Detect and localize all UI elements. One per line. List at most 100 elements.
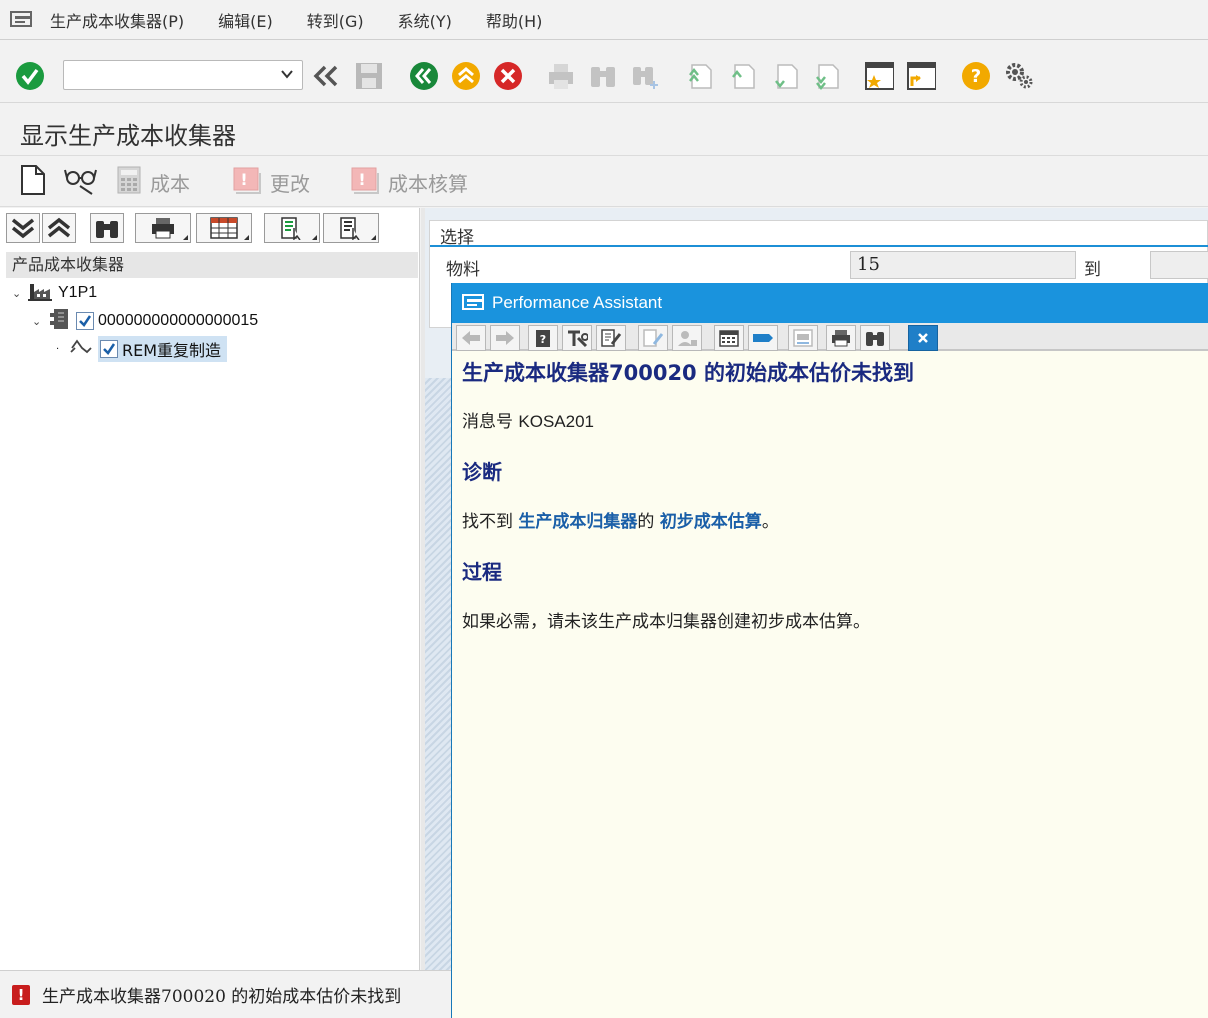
next-page-icon[interactable]	[770, 61, 800, 91]
chevron-down-icon[interactable]: ⌄	[12, 287, 24, 300]
last-page-icon[interactable]	[811, 61, 841, 91]
to-label: 到	[1084, 260, 1101, 280]
factory-icon	[28, 280, 52, 306]
material-field[interactable]: 15	[850, 251, 1076, 279]
double-chevron-left-icon[interactable]	[311, 61, 341, 91]
new-document-button[interactable]	[18, 165, 48, 199]
selection-divider	[430, 245, 1208, 247]
find-next-icon[interactable]	[630, 61, 660, 91]
pa-procedure-title: 过程	[462, 560, 502, 584]
pa-find-icon[interactable]	[860, 325, 890, 351]
error-icon: !	[12, 984, 30, 1005]
settings-gear-icon[interactable]	[1003, 61, 1033, 91]
alert-document-icon: !	[350, 165, 380, 199]
costing-button-label: 成本核算	[388, 171, 468, 196]
pa-diagnosis-prefix: 找不到	[462, 512, 519, 532]
status-bar[interactable]: ! 生产成本收集器700020 的初始成本估价未找到	[0, 970, 451, 1018]
pa-print-icon[interactable]	[826, 325, 856, 351]
application-toolbar: 成本 ! 更改 ! 成本核算	[0, 157, 1208, 207]
pa-back-icon[interactable]	[456, 325, 486, 351]
collapse-all-button[interactable]	[42, 213, 76, 243]
chevron-down-icon[interactable]	[280, 67, 294, 85]
svg-text:?: ?	[540, 333, 546, 346]
back-icon[interactable]	[409, 61, 439, 91]
create-session-icon[interactable]	[864, 61, 894, 91]
performance-assistant-window: Performance Assistant ? 生产成本收集器700020 的初…	[451, 283, 1208, 1018]
exit-icon[interactable]	[451, 61, 481, 91]
pa-dictionary-icon[interactable]	[638, 325, 668, 351]
pa-window-icon	[462, 294, 486, 312]
pa-toolbar: ?	[452, 323, 1208, 351]
command-input[interactable]	[64, 61, 274, 89]
hatched-background	[425, 378, 453, 970]
save-icon[interactable]	[354, 61, 384, 91]
tree-find-button[interactable]	[90, 213, 124, 243]
status-message[interactable]: 生产成本收集器700020 的初始成本估价未找到	[42, 982, 401, 1007]
pa-info-book-icon[interactable]: ?	[528, 325, 558, 351]
enter-check-icon[interactable]	[15, 61, 45, 91]
pa-procedure-text: 如果必需，请未该生产成本归集器创建初步成本估算。	[462, 612, 870, 632]
print-icon[interactable]	[546, 61, 576, 91]
generate-shortcut-icon[interactable]	[906, 61, 936, 91]
tree-node-collector[interactable]: · REM重复制造	[56, 336, 228, 362]
calculator-icon	[116, 165, 142, 199]
previous-page-icon[interactable]	[727, 61, 757, 91]
binoculars-icon	[96, 221, 118, 238]
pa-message-number: 消息号 KOSA201	[462, 407, 1202, 432]
pa-technical-info-icon[interactable]	[562, 325, 592, 351]
expand-all-button[interactable]	[6, 213, 40, 243]
document-icon	[18, 164, 48, 200]
menu-system[interactable]: 系统(Y)	[398, 8, 452, 32]
collector-checkbox[interactable]	[100, 340, 118, 358]
tree-node-collector-label: REM重复制造	[122, 341, 222, 360]
menu-help[interactable]: 帮助(H)	[486, 8, 543, 32]
display-glasses-button[interactable]	[64, 165, 98, 199]
cost-button[interactable]: 成本	[116, 165, 190, 199]
menu-edit[interactable]: 编辑(E)	[218, 8, 273, 32]
find-icon[interactable]	[588, 61, 618, 91]
tree-dot: ·	[56, 343, 60, 355]
pa-user-icon[interactable]	[672, 325, 702, 351]
pa-close-icon[interactable]	[908, 325, 938, 351]
pa-calendar-icon[interactable]	[714, 325, 744, 351]
material-checkbox[interactable]	[76, 312, 94, 330]
command-field[interactable]	[63, 60, 303, 90]
menu-app-icon[interactable]	[8, 10, 36, 30]
tree-save-layout-button[interactable]	[323, 213, 379, 243]
menu-cost-collector[interactable]: 生产成本收集器(P)	[50, 8, 184, 32]
change-button-label: 更改	[270, 171, 310, 196]
cancel-icon[interactable]	[493, 61, 523, 91]
pa-link-cost-collector[interactable]: 生产成本归集器	[518, 512, 637, 532]
material-box-icon	[48, 307, 70, 335]
tree-print-button[interactable]	[135, 213, 191, 243]
pa-title: Performance Assistant	[492, 293, 663, 312]
title-bar: 显示生产成本收集器	[0, 104, 1208, 156]
pa-message-number-label: 消息号	[462, 412, 513, 432]
pa-tag-icon[interactable]	[748, 325, 778, 351]
material-to-field[interactable]	[1150, 251, 1208, 279]
material-label: 物料	[446, 260, 480, 280]
first-page-icon[interactable]	[684, 61, 714, 91]
tree-select-layout-button[interactable]	[264, 213, 320, 243]
pa-content: 生产成本收集器700020 的初始成本估价未找到 消息号 KOSA201 诊断 …	[462, 357, 1202, 656]
chevron-down-icon[interactable]: ⌄	[32, 315, 44, 328]
menu-goto[interactable]: 转到(G)	[307, 8, 364, 32]
svg-text:?: ?	[971, 66, 981, 87]
tree-node-collector-selected[interactable]: REM重复制造	[98, 336, 228, 362]
expand-all-icon	[11, 218, 35, 239]
pa-forward-icon[interactable]	[490, 325, 520, 351]
pa-message-heading: 生产成本收集器700020 的初始成本估价未找到	[462, 361, 914, 385]
tree-node-material[interactable]: ⌄ 000000000000000015	[32, 308, 258, 334]
tree-layout-button[interactable]	[196, 213, 252, 243]
change-button[interactable]: ! 更改	[232, 165, 310, 199]
tree-node-plant-label: Y1P1	[58, 284, 98, 301]
pa-diagnosis-text: 找不到 生产成本归集器的 初步成本估算。	[462, 507, 1202, 532]
costing-button[interactable]: ! 成本核算	[350, 165, 468, 199]
pa-print-preview-icon[interactable]	[788, 325, 818, 351]
repetitive-mfg-icon	[70, 338, 92, 360]
pa-link-preliminary-costing[interactable]: 初步成本估算	[660, 512, 762, 532]
pa-title-bar[interactable]: Performance Assistant	[452, 283, 1208, 323]
pa-edit-document-icon[interactable]	[596, 325, 626, 351]
help-icon[interactable]: ?	[961, 61, 991, 91]
tree-node-plant[interactable]: ⌄ Y1P1	[12, 280, 97, 306]
